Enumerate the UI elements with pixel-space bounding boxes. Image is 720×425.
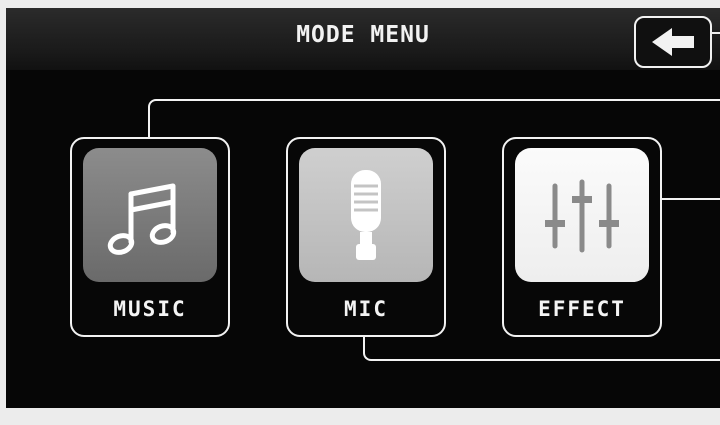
page-title: MODE MENU — [296, 22, 430, 48]
music-label: MUSIC — [113, 297, 187, 321]
callout-line-music — [148, 99, 720, 139]
effect-mode-button[interactable]: EFFECT — [502, 137, 662, 337]
microphone-icon — [351, 170, 381, 260]
mic-tile — [299, 148, 433, 282]
mic-label: MIC — [344, 297, 388, 321]
header-bar: MODE MENU — [6, 8, 720, 70]
mic-mode-button[interactable]: MIC — [286, 137, 446, 337]
effect-tile — [515, 148, 649, 282]
callout-line-effect — [657, 198, 720, 200]
device-frame: MODE MENU MUSIC MIC EFFECT — [0, 0, 720, 425]
callout-line-mic — [363, 335, 720, 361]
callout-line-back — [712, 32, 720, 34]
effect-label: EFFECT — [538, 297, 626, 321]
equalizer-sliders-icon — [545, 179, 619, 253]
display-screen: MODE MENU MUSIC MIC EFFECT — [6, 8, 720, 408]
music-mode-button[interactable]: MUSIC — [70, 137, 230, 337]
back-button[interactable] — [634, 16, 712, 68]
music-note-icon — [107, 183, 177, 255]
back-arrow-icon — [652, 28, 694, 56]
music-tile — [83, 148, 217, 282]
